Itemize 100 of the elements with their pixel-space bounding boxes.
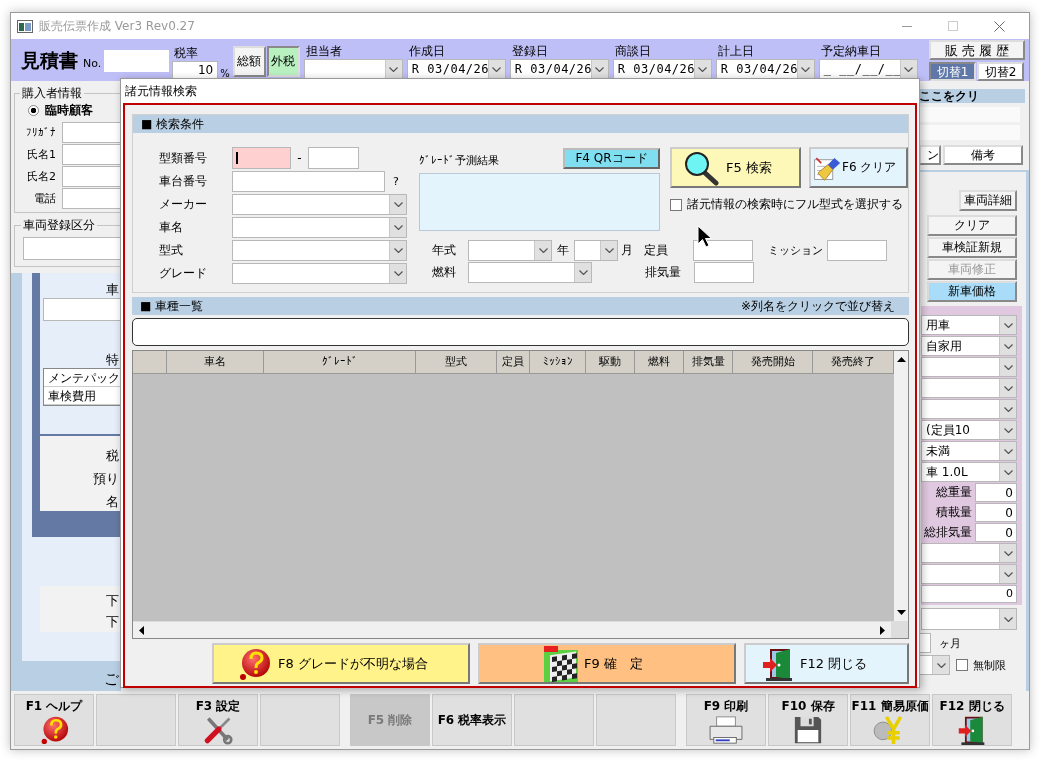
tab-button[interactable]: 備考 (943, 145, 1023, 165)
text-field[interactable] (694, 261, 754, 283)
text-field[interactable] (43, 298, 121, 321)
dropdown[interactable] (921, 543, 1017, 563)
text-field[interactable] (62, 144, 121, 165)
number-field[interactable] (104, 50, 170, 72)
clear-button[interactable]: F6 クリア (809, 147, 908, 188)
field-label: ｸﾞﾚｰﾄﾞ予測結果 (419, 153, 499, 168)
radio-button[interactable] (28, 104, 39, 116)
function-key[interactable]: F11 簡易原価 (850, 694, 930, 746)
action-button[interactable]: F12 閉じる (744, 643, 909, 684)
function-key[interactable] (514, 694, 594, 746)
text-field[interactable]: 10 (172, 61, 219, 79)
column-header[interactable]: 定員 (497, 351, 530, 374)
text-field[interactable] (62, 188, 121, 209)
function-key[interactable]: F9 印刷 (686, 694, 766, 746)
action-button[interactable]: 新車価格 (927, 281, 1017, 302)
text-field[interactable] (62, 122, 121, 143)
help-hint[interactable]: ? (393, 174, 399, 188)
function-key[interactable]: F3 設定 (178, 694, 258, 746)
column-header[interactable]: ｸﾞﾚｰﾄﾞ (264, 351, 416, 374)
dropdown[interactable] (574, 239, 618, 261)
field-label: 車 (106, 281, 119, 298)
text-field[interactable] (308, 147, 359, 169)
dropdown[interactable] (468, 261, 592, 283)
dropdown[interactable]: 車 1.0L (921, 462, 1017, 482)
function-key[interactable]: F12 閉じる (932, 694, 1012, 746)
dropdown[interactable]: R 03/04/26 (612, 59, 712, 79)
section-header[interactable]: ここをクリ (919, 89, 1025, 103)
dropdown[interactable]: (定員10 (921, 420, 1017, 440)
unit-label: 月 (620, 241, 634, 259)
dropdown[interactable]: 用車 (921, 315, 1017, 335)
action-button[interactable]: F9 確 定 (478, 643, 736, 684)
text-field[interactable] (232, 170, 385, 192)
dropdown[interactable] (921, 399, 1017, 419)
floppy-icon (792, 715, 824, 745)
dropdown[interactable] (232, 262, 407, 284)
column-header[interactable]: 駆動 (586, 351, 635, 374)
dropdown[interactable]: 未満 (921, 441, 1017, 461)
action-button[interactable]: クリア (927, 215, 1017, 236)
dropdown[interactable] (232, 216, 407, 238)
function-key[interactable] (96, 694, 176, 746)
chevron-icon (492, 66, 502, 72)
column-header[interactable]: 排気量 (684, 351, 733, 374)
text-field[interactable] (693, 239, 753, 261)
function-key[interactable]: F10 保存 (768, 694, 848, 746)
search-button[interactable]: F5 検索 (670, 147, 801, 188)
column-header[interactable]: 燃料 (635, 351, 684, 374)
toggle-button[interactable]: 総額 (232, 46, 266, 77)
text-field[interactable]: 0 (975, 523, 1017, 542)
scrollbar[interactable] (133, 621, 891, 638)
field-label: 定員 (644, 241, 669, 259)
function-key[interactable]: F1 ヘルプ (14, 694, 94, 746)
dropdown[interactable] (921, 378, 1017, 398)
dropdown[interactable] (468, 239, 552, 261)
function-key[interactable] (260, 694, 340, 746)
text-field[interactable] (23, 237, 121, 260)
qr-code-button[interactable]: F4 QRコード (563, 148, 660, 169)
function-key[interactable]: F6 税率表示 (432, 694, 512, 746)
column-header[interactable]: 型式 (416, 351, 497, 374)
up-arrow-icon (896, 357, 906, 362)
switch-tab[interactable]: 切替2 (977, 61, 1024, 81)
checkbox[interactable] (670, 198, 682, 211)
dropdown[interactable] (232, 239, 407, 261)
chevron-icon (1003, 427, 1013, 433)
text-field[interactable]: 0 (975, 483, 1017, 502)
text-field[interactable]: 0 (975, 503, 1017, 522)
action-button[interactable]: 車検証新規 (927, 237, 1017, 258)
toggle-button[interactable]: 外税 (266, 46, 300, 77)
text-field[interactable] (827, 239, 887, 261)
chevron-icon (1003, 343, 1013, 349)
dropdown[interactable] (921, 564, 1017, 584)
text-field[interactable] (62, 166, 121, 187)
switch-tab[interactable]: 切替1 (929, 61, 976, 81)
dropdown[interactable] (921, 357, 1017, 377)
text-field[interactable] (132, 318, 909, 346)
function-key[interactable] (596, 694, 676, 746)
action-button[interactable]: F8 グレードが不明な場合 (212, 643, 470, 684)
column-header[interactable]: ﾐｯｼｮﾝ (530, 351, 586, 374)
dropdown[interactable]: 自家用 (921, 336, 1017, 356)
text-field[interactable]: 0 (921, 585, 1017, 603)
dropdown[interactable] (919, 655, 950, 675)
dropdown[interactable]: R 03/04/26 (509, 59, 609, 79)
dropdown[interactable] (232, 193, 407, 215)
column-header[interactable]: 車名 (167, 351, 264, 374)
checkbox[interactable] (956, 659, 968, 671)
column-header[interactable]: 発売開始 (733, 351, 813, 374)
tab-button[interactable]: ン (919, 145, 941, 165)
dropdown[interactable] (303, 59, 403, 79)
dropdown[interactable] (921, 608, 1017, 630)
action-button[interactable]: 車両詳細 (959, 190, 1017, 211)
chevron-icon (538, 247, 548, 253)
text-field[interactable] (232, 147, 291, 169)
chevron-icon (1003, 550, 1013, 556)
history-button[interactable]: 販 売 履 歴 (929, 39, 1025, 60)
column-header[interactable]: 発売終了 (813, 351, 894, 374)
field-label: 車台番号 (159, 172, 208, 190)
dropdown[interactable]: R 03/04/26 (715, 59, 815, 79)
dropdown[interactable]: R 03/04/26 (406, 59, 506, 79)
printer-icon (706, 715, 746, 745)
